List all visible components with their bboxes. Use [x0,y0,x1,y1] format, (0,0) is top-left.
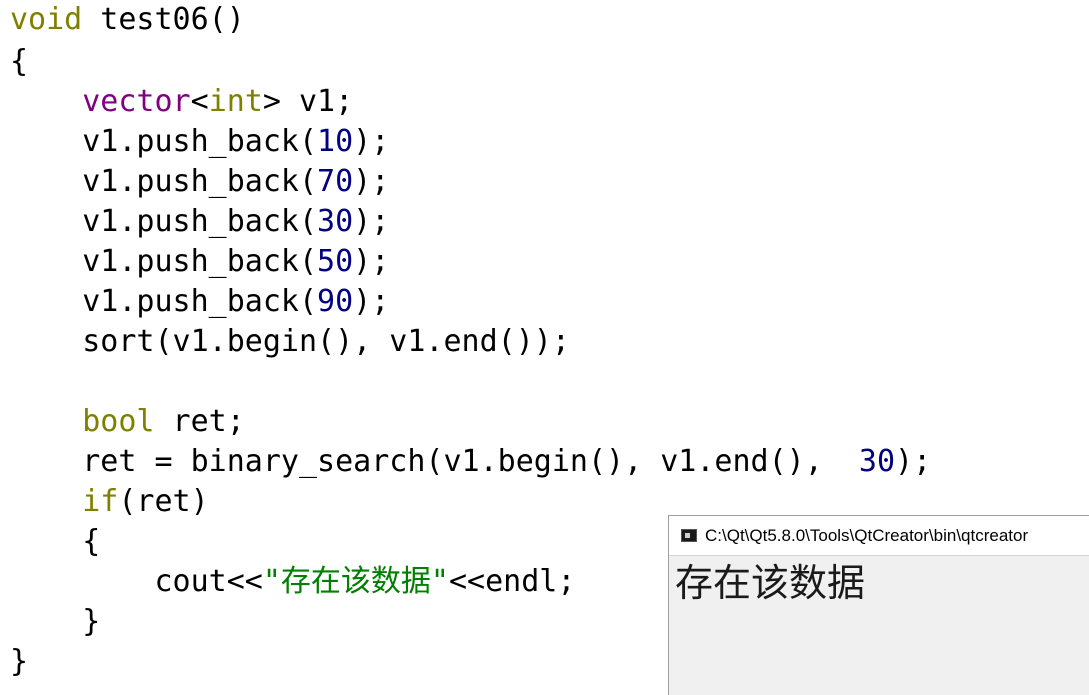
console-titlebar[interactable]: C:\Qt\Qt5.8.0\Tools\QtCreator\bin\qtcrea… [669,516,1089,556]
code-line: v1.push_back(30); [10,202,389,242]
code-token: 90 [317,284,354,319]
code-token: ); [353,244,390,279]
console-window[interactable]: C:\Qt\Qt5.8.0\Tools\QtCreator\bin\qtcrea… [668,515,1089,695]
code-line: } [10,642,28,682]
code-token: v1.push_back( [10,164,318,199]
code-token: v1.push_back( [10,124,318,159]
console-output-text: 存在该数据 [675,561,866,605]
code-line: v1.push_back(90); [10,282,389,322]
code-token: if [82,484,119,519]
code-token: bool [82,404,155,439]
code-token: cout<< [10,564,263,599]
code-line: { [10,42,28,82]
code-token: } [10,644,29,679]
code-token: ); [895,444,932,479]
code-token: "存在该数据" [262,564,449,599]
code-line: cout<<"存在该数据"<<endl; [10,562,575,602]
code-token: test06() [82,2,245,37]
code-line: bool ret; [10,402,245,442]
code-token: ); [353,284,390,319]
code-line: ret = binary_search(v1.begin(), v1.end()… [10,442,931,482]
code-token: <<endl; [449,564,576,599]
code-token: { [10,44,29,79]
code-line: if(ret) [10,482,209,522]
code-token: 30 [317,204,354,239]
code-token: void [10,2,83,37]
code-line: v1.push_back(70); [10,162,389,202]
code-line: void test06() [10,0,245,40]
screenshot-root: void test06() { vector<int> v1; v1.push_b… [0,0,1089,695]
code-token: ret = binary_search(v1.begin(), v1.end()… [10,444,859,479]
code-token: ); [353,204,390,239]
code-token: vector [82,84,191,119]
code-token: v1.push_back( [10,284,318,319]
code-token: 30 [858,444,896,479]
code-token: ret; [154,404,245,439]
code-token: v1.push_back( [10,244,318,279]
code-token: 70 [317,164,354,199]
code-token: 10 [317,124,354,159]
code-token: > v1; [262,84,354,119]
code-token: < [190,84,209,119]
code-line: v1.push_back(50); [10,242,389,282]
code-token: (ret) [118,484,209,519]
code-line: sort(v1.begin(), v1.end()); [10,322,570,362]
console-window-icon [681,529,697,542]
code-token: v1.push_back( [10,204,318,239]
code-token: 50 [317,244,354,279]
code-line: { [10,522,100,562]
code-token: } [10,604,101,639]
code-token: int [208,84,263,119]
code-token: ); [353,164,390,199]
code-line: vector<int> v1; [10,82,353,122]
code-token: ); [353,124,390,159]
code-token: { [10,524,101,559]
code-line: } [10,602,100,642]
code-token: sort(v1.begin(), v1.end()); [10,324,570,359]
console-title: C:\Qt\Qt5.8.0\Tools\QtCreator\bin\qtcrea… [705,526,1029,545]
code-line: v1.push_back(10); [10,122,389,162]
